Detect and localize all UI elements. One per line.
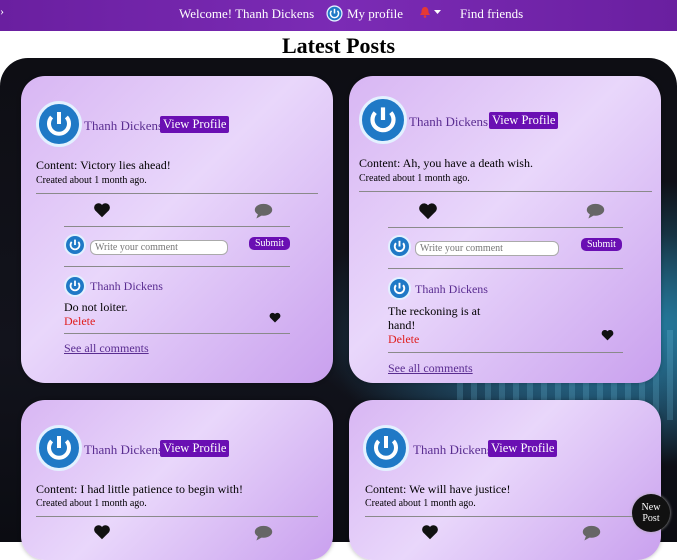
comment-author[interactable]: Thanh Dickens <box>90 279 163 294</box>
divider <box>388 268 623 269</box>
comment-input[interactable]: Write your comment <box>415 241 559 256</box>
author-avatar-icon[interactable] <box>363 425 409 471</box>
post-created: Created about 1 month ago. <box>359 173 470 184</box>
comment-like-heart-icon[interactable] <box>269 310 281 328</box>
submit-comment-button[interactable]: Submit <box>581 238 622 251</box>
post-author[interactable]: Thanh Dickens <box>84 118 163 134</box>
divider <box>64 226 290 227</box>
post-card: Thanh Dickens View Profile Content: Ah, … <box>349 76 661 383</box>
notifications-bell-icon[interactable] <box>418 5 442 23</box>
comment-bubble-icon[interactable] <box>254 203 273 224</box>
view-profile-button[interactable]: View Profile <box>489 112 559 129</box>
page-title: Latest Posts <box>281 33 396 58</box>
new-post-label-line1: New <box>641 502 661 513</box>
comment-author[interactable]: Thanh Dickens <box>415 282 488 297</box>
divider <box>388 227 623 228</box>
view-profile-button[interactable]: View Profile <box>488 440 558 457</box>
post-created: Created about 1 month ago. <box>36 175 147 186</box>
see-all-comments-link[interactable]: See all comments <box>64 341 149 356</box>
commenter-avatar-icon <box>64 234 86 256</box>
comment-bubble-icon[interactable] <box>586 203 605 224</box>
post-content: Content: We will have justice! <box>365 482 511 496</box>
delete-comment-link[interactable]: Delete <box>388 332 419 347</box>
comment-input[interactable]: Write your comment <box>90 240 228 255</box>
author-avatar-icon[interactable] <box>36 101 82 147</box>
post-card: Thanh Dickens View Profile Content: I ha… <box>21 400 333 560</box>
divider <box>36 516 318 517</box>
divider <box>359 191 652 192</box>
comment-author-avatar-icon <box>64 275 86 297</box>
new-post-label-line2: Post <box>642 513 660 524</box>
find-friends-link[interactable]: Find friends <box>460 6 523 22</box>
nav-edge-glyph: › <box>0 4 4 18</box>
like-heart-icon[interactable] <box>418 202 438 225</box>
post-author[interactable]: Thanh Dickens <box>84 442 163 458</box>
divider <box>365 516 645 517</box>
post-card: Thanh Dickens View Profile Content: Vict… <box>21 76 333 383</box>
comment-bubble-icon[interactable] <box>254 525 273 546</box>
commenter-avatar-icon <box>388 235 411 258</box>
comment-text: Do not loiter. <box>64 300 128 314</box>
top-navbar: › Welcome! Thanh Dickens My profile Find… <box>0 0 677 31</box>
post-card: Thanh Dickens View Profile Content: We w… <box>349 400 661 560</box>
comment-bubble-icon[interactable] <box>582 525 601 546</box>
post-content: Content: I had little patience to begin … <box>36 482 243 496</box>
divider <box>64 333 290 334</box>
post-author[interactable]: Thanh Dickens <box>413 442 492 458</box>
see-all-comments-link[interactable]: See all comments <box>388 361 473 376</box>
view-profile-button[interactable]: View Profile <box>160 440 230 457</box>
post-created: Created about 1 month ago. <box>36 498 147 509</box>
author-avatar-icon[interactable] <box>359 96 407 144</box>
comment-like-heart-icon[interactable] <box>601 328 614 346</box>
post-author[interactable]: Thanh Dickens <box>409 114 488 130</box>
comment-author-avatar-icon <box>388 277 411 300</box>
author-avatar-icon[interactable] <box>36 425 82 471</box>
divider <box>388 352 623 353</box>
view-profile-button[interactable]: View Profile <box>160 116 230 133</box>
divider <box>64 266 290 267</box>
submit-comment-button[interactable]: Submit <box>249 237 290 250</box>
welcome-text: Welcome! Thanh Dickens <box>179 6 315 21</box>
delete-comment-link[interactable]: Delete <box>64 314 95 329</box>
divider <box>36 193 318 194</box>
post-content: Content: Ah, you have a death wish. <box>359 156 533 170</box>
nav-avatar-icon[interactable] <box>326 5 343 22</box>
new-post-button[interactable]: New Post <box>632 494 670 532</box>
my-profile-link[interactable]: My profile <box>347 6 403 22</box>
post-created: Created about 1 month ago. <box>365 498 476 509</box>
post-content: Content: Victory lies ahead! <box>36 158 171 172</box>
comment-text: The reckoning is at hand! <box>388 304 481 332</box>
like-heart-icon[interactable] <box>93 202 111 223</box>
